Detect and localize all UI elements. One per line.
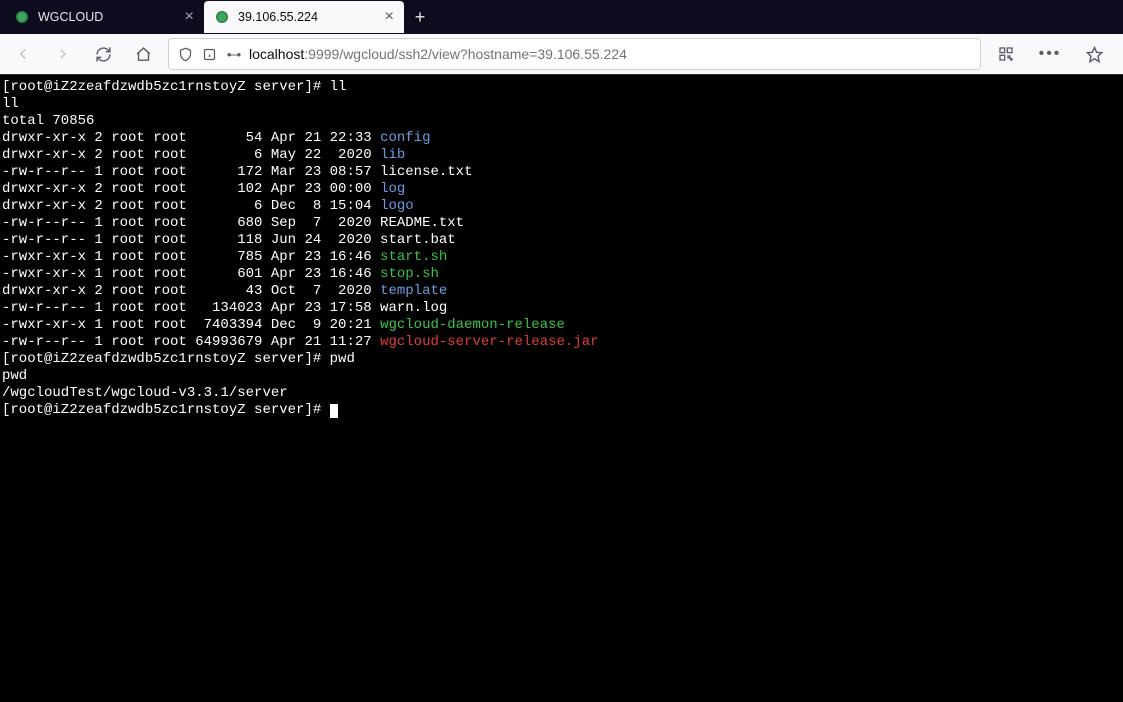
info-icon[interactable]: [201, 46, 217, 62]
permission-icon[interactable]: •─•: [225, 46, 241, 62]
tab-label: 39.106.55.224: [238, 10, 377, 24]
tab-active[interactable]: 39.106.55.224 ×: [204, 1, 404, 33]
reload-button[interactable]: [88, 39, 118, 69]
overflow-icon[interactable]: •••: [1035, 39, 1065, 69]
tab-wgcloud[interactable]: WGCLOUD ×: [4, 1, 204, 33]
qr-icon[interactable]: [991, 39, 1021, 69]
bookmark-icon[interactable]: [1079, 39, 1109, 69]
close-icon[interactable]: ×: [185, 8, 194, 26]
close-icon[interactable]: ×: [385, 8, 394, 26]
tab-label: WGCLOUD: [38, 10, 177, 24]
favicon-icon: [214, 9, 230, 25]
shield-icon[interactable]: [177, 46, 193, 62]
url-input[interactable]: •─• localhost:9999/wgcloud/ssh2/view?hos…: [168, 38, 981, 70]
new-tab-button[interactable]: +: [404, 1, 436, 33]
terminal-output[interactable]: [root@iZ2zeafdzwdb5zc1rnstoyZ server]# l…: [0, 74, 1123, 702]
home-button[interactable]: [128, 39, 158, 69]
back-button: [8, 39, 38, 69]
favicon-icon: [14, 9, 30, 25]
url-text: localhost:9999/wgcloud/ssh2/view?hostnam…: [249, 46, 972, 62]
forward-button: [48, 39, 78, 69]
toolbar-right: •••: [991, 39, 1115, 69]
address-bar: •─• localhost:9999/wgcloud/ssh2/view?hos…: [0, 34, 1123, 74]
browser-chrome: WGCLOUD × 39.106.55.224 × +: [0, 0, 1123, 74]
tab-bar: WGCLOUD × 39.106.55.224 × +: [0, 0, 1123, 34]
